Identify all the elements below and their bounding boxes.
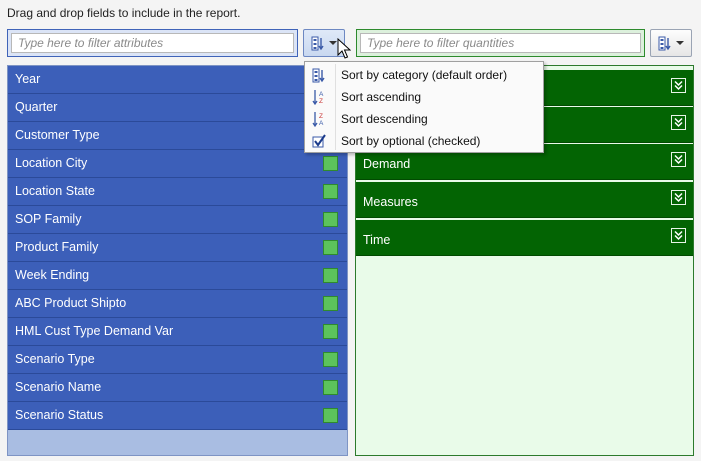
- svg-text:Z: Z: [319, 98, 323, 105]
- attribute-label: Customer Type: [15, 128, 100, 142]
- attribute-checkbox[interactable]: [323, 156, 338, 171]
- attribute-label: Quarter: [15, 100, 58, 114]
- category-icon: [311, 36, 324, 50]
- attribute-item[interactable]: Scenario Status: [8, 402, 347, 430]
- quantity-group-label: Time: [363, 233, 391, 247]
- attribute-item[interactable]: SOP Family: [8, 206, 347, 234]
- svg-text:A: A: [319, 120, 324, 127]
- attribute-checkbox[interactable]: [323, 240, 338, 255]
- attribute-label: HML Cust Type Demand Var: [15, 324, 174, 338]
- attribute-checkbox[interactable]: [323, 324, 338, 339]
- svg-text:Z: Z: [319, 113, 323, 120]
- quantity-filter-input[interactable]: [360, 33, 641, 53]
- checked-icon: [305, 130, 333, 152]
- attribute-checkbox[interactable]: [323, 212, 338, 227]
- attribute-checkbox[interactable]: [323, 380, 338, 395]
- attribute-label: SOP Family: [15, 212, 82, 226]
- attribute-label: Week Ending: [15, 268, 90, 282]
- attribute-checkbox[interactable]: [323, 184, 338, 199]
- quantity-sort-button[interactable]: [650, 29, 692, 57]
- expand-icon[interactable]: [671, 228, 686, 243]
- attribute-item[interactable]: Location State: [8, 178, 347, 206]
- svg-text:A: A: [319, 91, 324, 98]
- attribute-label: ABC Product Shipto: [15, 296, 127, 310]
- quantity-group-label: Measures: [363, 195, 418, 209]
- expand-icon[interactable]: [671, 115, 686, 130]
- menu-item-sort-descending[interactable]: Z A Sort descending: [305, 108, 543, 130]
- chevron-down-icon: [676, 41, 684, 45]
- sort-menu: Sort by category (default order) A Z Sor…: [304, 61, 544, 153]
- attribute-checkbox[interactable]: [323, 408, 338, 423]
- attribute-item[interactable]: Product Family: [8, 234, 347, 262]
- expand-icon[interactable]: [671, 152, 686, 167]
- menu-item-label: Sort descending: [341, 112, 428, 126]
- attribute-label: Year: [15, 72, 41, 86]
- attribute-label: Scenario Name: [15, 380, 102, 394]
- attribute-item[interactable]: Quarter: [8, 94, 347, 122]
- chevron-down-icon: [329, 41, 337, 45]
- menu-item-sort-category[interactable]: Sort by category (default order): [305, 64, 543, 86]
- attribute-item[interactable]: Week Ending: [8, 262, 347, 290]
- menu-item-label: Sort ascending: [341, 90, 422, 104]
- attribute-filter-container: [7, 29, 298, 57]
- attribute-label: Location State: [15, 184, 95, 198]
- attribute-item[interactable]: Scenario Type: [8, 346, 347, 374]
- quantity-group[interactable]: Time: [356, 220, 693, 256]
- menu-item-label: Sort by optional (checked): [341, 134, 481, 148]
- instruction-text: Drag and drop fields to include in the r…: [7, 6, 241, 20]
- mouse-cursor-icon: [337, 38, 351, 59]
- quantity-filter-container: [356, 29, 645, 57]
- attribute-filter-input[interactable]: [11, 33, 294, 53]
- attribute-item[interactable]: Customer Type: [8, 122, 347, 150]
- menu-item-sort-ascending[interactable]: A Z Sort ascending: [305, 86, 543, 108]
- attribute-item[interactable]: HML Cust Type Demand Var: [8, 318, 347, 346]
- attribute-label: Product Family: [15, 240, 99, 254]
- attribute-item[interactable]: Location City: [8, 150, 347, 178]
- attribute-list: Year Quarter Customer Type Location City…: [7, 65, 348, 456]
- attribute-label: Location City: [15, 156, 88, 170]
- attribute-checkbox[interactable]: [323, 352, 338, 367]
- expand-icon[interactable]: [671, 190, 686, 205]
- expand-icon[interactable]: [671, 78, 686, 93]
- attribute-label: Scenario Status: [15, 408, 104, 422]
- sort-descending-icon: Z A: [305, 108, 333, 130]
- category-icon: [658, 36, 671, 50]
- category-icon: [305, 64, 333, 86]
- attribute-label: Scenario Type: [15, 352, 95, 366]
- quantity-group-label: Demand: [363, 157, 411, 171]
- sort-ascending-icon: A Z: [305, 86, 333, 108]
- attribute-item[interactable]: Year: [8, 66, 347, 94]
- attribute-checkbox[interactable]: [323, 268, 338, 283]
- attribute-item[interactable]: Scenario Name: [8, 374, 347, 402]
- menu-item-label: Sort by category (default order): [341, 68, 508, 82]
- attribute-item[interactable]: ABC Product Shipto: [8, 290, 347, 318]
- menu-item-sort-optional[interactable]: Sort by optional (checked): [305, 130, 543, 152]
- quantity-group[interactable]: Measures: [356, 182, 693, 218]
- attribute-checkbox[interactable]: [323, 296, 338, 311]
